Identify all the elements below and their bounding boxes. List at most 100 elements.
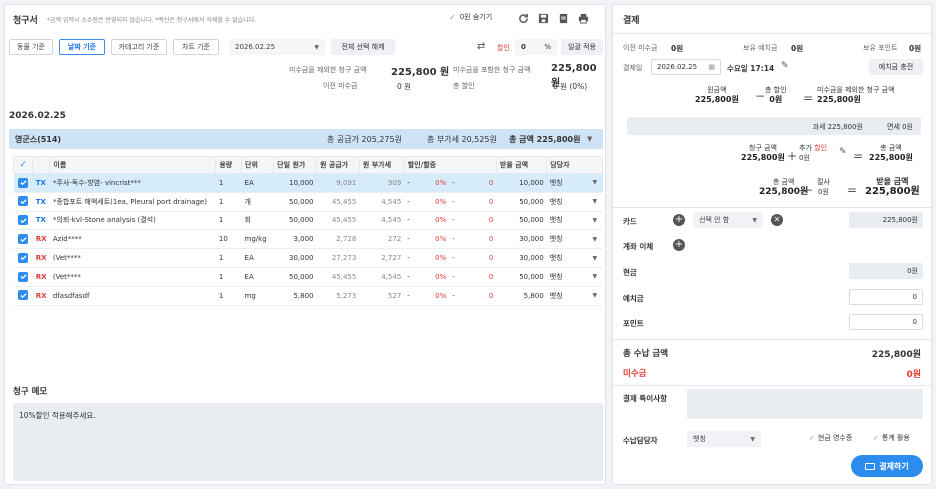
apply-all-button[interactable]: 일괄 적용 [561, 39, 603, 55]
document-icon[interactable] [555, 10, 571, 26]
table-row[interactable]: TX *의뢰-kvl-Stone analysis (결석) 1 회 50,000 45,… [13, 211, 603, 231]
item-amount[interactable]: 30,000 [496, 229, 547, 250]
discount-amount[interactable]: 0 [462, 286, 497, 306]
filter-date-button[interactable]: 날짜 기준 [59, 39, 105, 55]
item-amount[interactable]: 10,000 [496, 173, 547, 193]
item-staff[interactable]: 뱃칭 [546, 173, 590, 193]
item-price[interactable]: 50,000 [273, 267, 317, 287]
add-transfer-icon[interactable]: + [673, 239, 685, 251]
item-price[interactable]: 3,000 [273, 229, 317, 250]
discount-amount[interactable]: 0 [462, 248, 497, 268]
chevron-down-icon[interactable]: ▼ [589, 229, 603, 250]
remove-card-icon[interactable]: ✕ [771, 214, 783, 226]
charge-deposit-button[interactable]: 예치금 충전 [869, 59, 923, 75]
deselect-all-button[interactable]: 전체 선택 해제 [331, 39, 395, 55]
table-row[interactable]: TX *종합포트 해액세트(1ea, Pleural port drainage)… [13, 192, 603, 212]
discount-percent[interactable]: 0% [419, 286, 450, 306]
discount-percent[interactable]: 0% [419, 173, 450, 193]
item-qty[interactable]: 1 [215, 192, 242, 212]
special-notes-textarea[interactable] [687, 389, 923, 419]
item-staff[interactable]: 뱃칭 [546, 248, 590, 268]
discount-percent[interactable]: 0% [419, 248, 450, 268]
stats-use-checkbox[interactable]: ✓ 통계 활용 [873, 433, 910, 443]
staff-select[interactable]: 뱃칭 ▼ [687, 431, 761, 447]
item-amount[interactable]: 50,000 [496, 211, 547, 231]
cash-receipt-checkbox[interactable]: ✓ 현금 영수증 [809, 433, 852, 443]
row-checkbox[interactable] [13, 192, 33, 212]
table-row[interactable]: RX Azid**** 10 mg/kg 3,000 2,728 272-0% -0 30,00… [13, 229, 603, 250]
item-staff[interactable]: 뱃칭 [546, 229, 590, 250]
row-checkbox[interactable] [13, 248, 33, 268]
item-price[interactable]: 50,000 [273, 192, 317, 212]
item-qty[interactable]: 10 [215, 229, 242, 250]
deposit-use-input[interactable]: 0 [849, 289, 923, 305]
cash-amount-field[interactable]: 0원 [849, 263, 923, 279]
item-price[interactable]: 30,000 [273, 248, 317, 268]
item-amount[interactable]: 50,000 [496, 192, 547, 212]
pay-date-input[interactable]: 2026.02.25 ▦ [651, 59, 721, 75]
memo-textarea[interactable]: 10%할인 적용해주세요. [13, 403, 603, 481]
point-use-input[interactable]: 0 [849, 314, 923, 330]
row-checkbox[interactable] [13, 211, 33, 231]
discount-percent[interactable]: 0% [419, 192, 450, 212]
add-card-icon[interactable]: + [673, 214, 685, 226]
discount-percent[interactable]: 0% [419, 229, 450, 250]
chevron-down-icon[interactable]: ▼ [589, 267, 603, 287]
table-row[interactable]: RX (Vet**** 1 EA 30,000 27,273 2,727-0% -0 30,00… [13, 248, 603, 268]
item-amount[interactable]: 5,800 [496, 286, 547, 306]
table-row[interactable]: TX *주사-독수-향염- vincrist*** 1 EA 10,000 9,091 90… [13, 173, 603, 193]
chevron-down-icon[interactable]: ▼ [589, 248, 603, 268]
item-price[interactable]: 50,000 [273, 211, 317, 231]
pay-button[interactable]: 결제하기 [851, 455, 923, 477]
refresh-icon[interactable] [515, 10, 531, 26]
card-select[interactable]: 선택 안 함 ▼ [693, 212, 763, 228]
animal-group-bar[interactable]: 영군스(514) 총 공급가 205,275원 총 부가세 20,525원 총 … [9, 129, 603, 149]
chevron-down-icon[interactable]: ▼ [589, 286, 603, 306]
item-amount[interactable]: 30,000 [496, 248, 547, 268]
row-checkbox[interactable] [13, 267, 33, 287]
excl-unpaid-label: 미수금을 제외한 청구 금액 [289, 66, 367, 74]
item-staff[interactable]: 뱃칭 [546, 286, 590, 306]
discount-amount[interactable]: 0 [462, 192, 497, 212]
item-qty[interactable]: 1 [215, 248, 242, 268]
item-staff[interactable]: 뱃칭 [546, 267, 590, 287]
pay-time: 수요일 17:14 [727, 64, 775, 73]
item-qty[interactable]: 1 [215, 267, 242, 287]
item-amount[interactable]: 50,000 [496, 267, 547, 287]
swap-icon[interactable]: ⇄ [477, 41, 485, 52]
chevron-down-icon[interactable]: ▼ [589, 192, 603, 212]
item-price[interactable]: 5,800 [273, 286, 317, 306]
item-qty[interactable]: 1 [215, 211, 242, 231]
pencil-icon[interactable]: ✎ [839, 147, 847, 157]
row-checkbox[interactable] [13, 286, 33, 306]
filter-chart-button[interactable]: 차트 기준 [173, 39, 219, 55]
discount-input[interactable]: 0 % [515, 39, 557, 55]
discount-amount[interactable]: 0 [462, 211, 497, 231]
discount-amount[interactable]: 0 [462, 173, 497, 193]
discount-percent[interactable]: 0% [419, 211, 450, 231]
item-price[interactable]: 10,000 [273, 173, 317, 193]
chevron-down-icon[interactable]: ▼ [587, 135, 592, 143]
save-icon[interactable] [535, 10, 551, 26]
date-select[interactable]: 2026.02.25 ▼ [229, 39, 325, 55]
item-qty[interactable]: 1 [215, 286, 242, 306]
pencil-icon[interactable]: ✎ [781, 61, 789, 71]
discount-percent[interactable]: 0% [419, 267, 450, 287]
filter-category-button[interactable]: 카테고리 기준 [111, 39, 167, 55]
item-staff[interactable]: 뱃칭 [546, 211, 590, 231]
chevron-down-icon[interactable]: ▼ [589, 211, 603, 231]
table-row[interactable]: RX dfasdfasdf 1 mg 5,800 5,273 527-0% -0 5,800 뱃칭… [13, 286, 603, 306]
filter-animal-button[interactable]: 동물 기준 [9, 39, 53, 55]
discount-amount[interactable]: 0 [462, 267, 497, 287]
item-qty[interactable]: 1 [215, 173, 242, 193]
item-staff[interactable]: 뱃칭 [546, 192, 590, 212]
print-icon[interactable] [575, 10, 591, 26]
select-all-check[interactable]: ✓ [12, 156, 34, 174]
chevron-down-icon[interactable]: ▼ [589, 173, 603, 193]
table-header-row: ✓ 이름 용량 단위 단일 원가 원 공급가 원 부가세 할인/할증 받을 금액… [12, 156, 603, 174]
row-checkbox[interactable] [13, 173, 33, 193]
row-checkbox[interactable] [13, 229, 33, 250]
discount-amount[interactable]: 0 [462, 229, 497, 250]
table-row[interactable]: RX (Vet**** 1 EA 50,000 45,455 4,545-0% -0 50,00… [13, 267, 603, 287]
hide-zero-toggle[interactable]: ✓ 0원 숨기기 [449, 12, 492, 22]
